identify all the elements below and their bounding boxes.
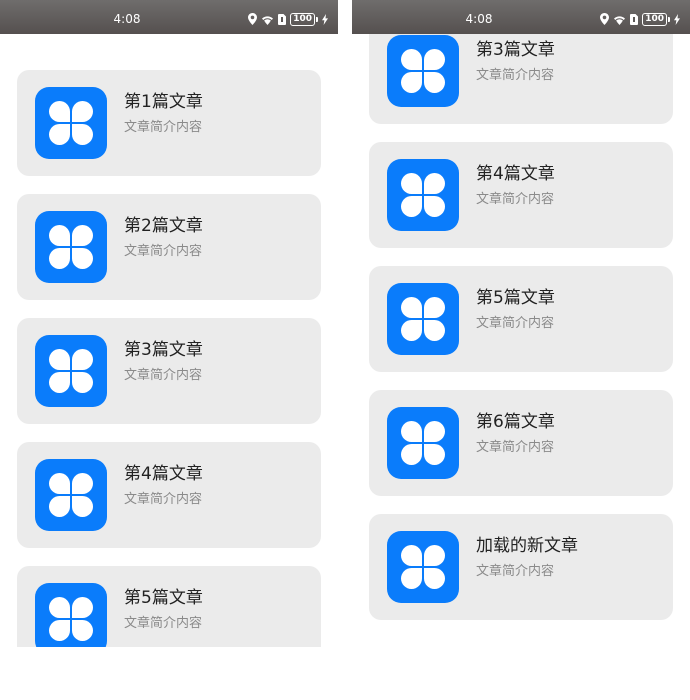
article-summary: 文章简介内容 (476, 440, 555, 455)
clover-icon (49, 101, 93, 145)
wifi-icon (262, 15, 274, 25)
article-summary: 文章简介内容 (124, 120, 203, 135)
article-card[interactable]: 第6篇文章文章简介内容 (369, 390, 673, 496)
article-title: 第1篇文章 (124, 92, 203, 112)
article-list-viewport[interactable]: 第1篇文章 文章简介内容 第2篇文章 文章简介内容 第3篇文章 文章简介内容 第4篇文章 文章… (0, 34, 338, 647)
status-bar: 4:08 100 (0, 0, 338, 34)
sim-icon (278, 13, 287, 25)
article-title: 第6篇文章 (476, 412, 555, 432)
clover-icon (49, 473, 93, 517)
article-card[interactable]: 第5篇文章文章简介内容 (17, 566, 321, 647)
clover-icon (401, 173, 445, 217)
article-summary: 文章简介内容 (124, 244, 203, 259)
clover-icon (401, 297, 445, 341)
battery-icon: 100 (290, 12, 318, 26)
status-icons: 100 (248, 12, 328, 26)
battery-level: 100 (642, 12, 667, 26)
article-card[interactable]: 第2篇文章文章简介内容 (17, 194, 321, 300)
article-card[interactable]: 第4篇文章文章简介内容 (369, 142, 673, 248)
article-thumbnail (387, 407, 459, 479)
charging-icon (322, 13, 328, 25)
article-card[interactable]: 第5篇文章文章简介内容 (369, 266, 673, 372)
charging-icon (674, 13, 680, 25)
location-icon (248, 13, 258, 25)
article-card[interactable]: 第3篇文章文章简介内容 (17, 318, 321, 424)
article-title: 第2篇文章 (124, 216, 203, 236)
article-summary: 文章简介内容 (124, 368, 203, 383)
wifi-icon (614, 15, 626, 25)
article-thumbnail (35, 583, 107, 647)
article-title: 第3篇文章 (476, 40, 555, 60)
article-card[interactable]: 第1篇文章文章简介内容 (17, 70, 321, 176)
article-summary: 文章简介内容 (124, 616, 203, 631)
article-title: 第4篇文章 (124, 464, 203, 484)
article-card[interactable]: 第3篇文章文章简介内容 (369, 34, 673, 124)
status-icons: 100 (600, 12, 680, 26)
article-summary: 文章简介内容 (124, 492, 203, 507)
article-thumbnail (35, 335, 107, 407)
status-time: 4:08 (113, 12, 141, 26)
clover-icon (49, 349, 93, 393)
clover-icon (49, 225, 93, 269)
article-thumbnail (35, 87, 107, 159)
clover-icon (49, 597, 93, 641)
phone-screen-left: 4:08 100 第1篇文章 文章简介内容 第2篇文章 文章简介内容 第3篇文章 文章简介… (0, 0, 338, 700)
clover-icon (401, 421, 445, 465)
status-time: 4:08 (465, 12, 493, 26)
article-title: 加载的新文章 (476, 536, 578, 556)
article-list-viewport[interactable]: 第3篇文章 文章简介内容 第4篇文章 文章简介内容 第5篇文章 文章简介内容 第6篇文章 文章… (352, 34, 690, 647)
phone-screen-right: 4:08 100 第3篇文章 文章简介内容 第4篇文章 文章简介内容 第5篇文章 文章简介… (352, 0, 690, 700)
article-summary: 文章简介内容 (476, 564, 555, 579)
battery-icon: 100 (642, 12, 670, 26)
article-card[interactable]: 第4篇文章文章简介内容 (17, 442, 321, 548)
article-thumbnail (387, 283, 459, 355)
article-summary: 文章简介内容 (476, 316, 555, 331)
article-thumbnail (387, 531, 459, 603)
battery-level: 100 (290, 12, 315, 26)
article-card[interactable]: 加载的新文章文章简介内容 (369, 514, 673, 620)
clover-icon (401, 545, 445, 589)
clover-icon (401, 49, 445, 93)
article-thumbnail (387, 159, 459, 231)
article-summary: 文章简介内容 (476, 192, 555, 207)
article-title: 第3篇文章 (124, 340, 203, 360)
article-title: 第5篇文章 (124, 588, 203, 608)
location-icon (600, 13, 610, 25)
article-title: 第4篇文章 (476, 164, 555, 184)
status-bar: 4:08 100 (352, 0, 690, 34)
article-thumbnail (35, 459, 107, 531)
article-title: 第5篇文章 (476, 288, 555, 308)
article-summary: 文章简介内容 (476, 68, 555, 83)
sim-icon (630, 13, 639, 25)
article-thumbnail (387, 35, 459, 107)
article-thumbnail (35, 211, 107, 283)
